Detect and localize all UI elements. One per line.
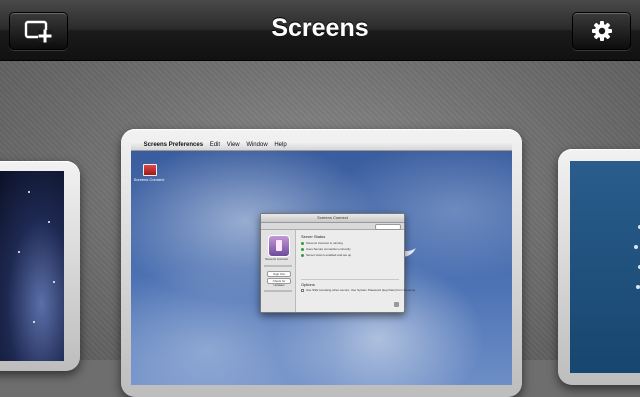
screen-thumbnail-main: Screens Preferences Edit View Window Hel… xyxy=(131,141,512,385)
divider xyxy=(301,279,399,280)
divider xyxy=(264,290,292,292)
checkbox xyxy=(301,289,304,292)
search-field xyxy=(375,224,401,230)
window-toolbar xyxy=(261,223,404,230)
status-row: Server Host is enabled and set up xyxy=(301,254,351,257)
screens-app-icon xyxy=(268,235,290,257)
menubar-item: View xyxy=(226,142,240,148)
navigation-bar: Screens xyxy=(0,0,640,61)
options-heading: Options xyxy=(301,282,315,287)
window-sidebar: Screens Connect Sign Out Check for Updat… xyxy=(261,230,296,312)
status-dot-icon xyxy=(301,248,304,251)
screen-thumbnail-left xyxy=(0,171,64,361)
screen-card-main[interactable]: Screens Preferences Edit View Window Hel… xyxy=(121,129,522,397)
screens-carousel: Screens Preferences Edit View Window Hel… xyxy=(0,61,640,397)
mac-menubar: Screens Preferences Edit View Window Hel… xyxy=(131,141,512,151)
screen-card-right[interactable] xyxy=(558,149,640,385)
page-title: Screens xyxy=(271,14,369,42)
menubar-app-name: Screens Preferences xyxy=(143,142,204,148)
gear-icon xyxy=(591,21,612,41)
status-row: Uses Secure connection correctly xyxy=(301,248,351,251)
status-dot-icon xyxy=(301,254,304,257)
window-title: Screens Connect xyxy=(261,214,404,223)
desktop-icon-label: Screens Connect xyxy=(133,177,165,182)
window-content: Server Status Screens Connect is running… xyxy=(297,231,415,311)
settings-button[interactable] xyxy=(572,12,631,50)
preferences-window: Screens Connect Screens Connect Sign Out… xyxy=(260,213,415,313)
menubar-item: Help xyxy=(274,142,287,148)
menubar-item: Window xyxy=(246,142,268,148)
screen-thumbnail-right xyxy=(570,161,640,373)
lock-icon xyxy=(394,302,399,307)
divider xyxy=(264,265,292,267)
status-row: Screens Connect is running xyxy=(301,242,343,245)
server-status-heading: Server Status xyxy=(301,234,326,239)
option-row: Use SSH tunneling when secure, Use Syste… xyxy=(301,289,415,292)
mac-desktop: Screens Connect Screens Connect Screens … xyxy=(131,151,512,385)
status-dot-icon xyxy=(301,242,304,245)
check-updates-button: Check for Updates xyxy=(267,278,291,287)
sidebar-app-name: Screens Connect xyxy=(265,257,289,261)
sign-out-button: Sign Out xyxy=(267,271,291,277)
screen-card-left[interactable] xyxy=(0,161,80,371)
menubar-item: Edit xyxy=(209,142,221,148)
desktop-app-icon xyxy=(143,164,157,176)
